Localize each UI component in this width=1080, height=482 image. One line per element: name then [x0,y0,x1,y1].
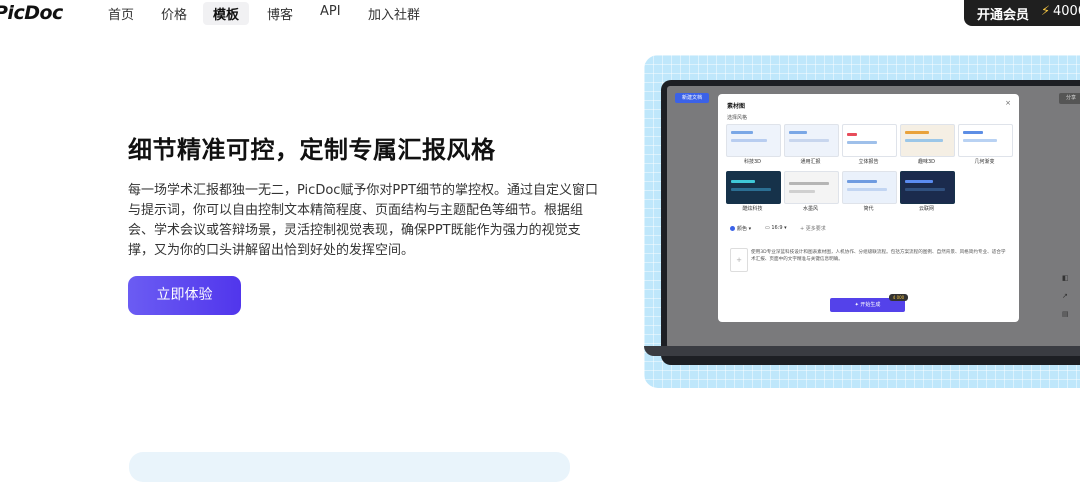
ratio-select: ▭ 16:9 ▾ [765,225,787,231]
lock-icon: ◧ [1062,274,1069,282]
nav-item-community[interactable]: 加入社群 [368,4,420,23]
color-dot-icon [730,226,735,231]
style-thumb-tech3d [726,124,781,157]
style-thumb-modern [842,171,897,204]
ratio-label: 16:9 [771,225,783,231]
style-label: 云联网 [918,206,934,212]
style-label: 酷炫科技 [742,206,763,212]
logo[interactable]: PicDoc [0,2,63,24]
new-doc-button: 新建文档 [675,93,709,103]
style-label: 通用汇报 [800,159,821,165]
style-label: 立体报告 [858,159,879,165]
laptop-frame: 新建文档 分享 ◧ ↗ ▤ 素材图 × 选择风格 科技3D 通用汇报 立体报告 … [661,80,1080,365]
try-now-button[interactable]: 立即体验 [128,276,241,315]
vip-button[interactable]: 开通会员 ⚡ 4000 [964,0,1080,26]
style-label: 水墨风 [802,206,818,212]
style-thumb-cloud [900,171,955,204]
modal-subtitle: 选择风格 [727,115,748,121]
color-select: 颜色 ▾ [730,225,751,232]
laptop-base [644,346,1080,356]
prompt-text: 使用3D专业深蓝科技设计和图表素材图，人机协作、分组级联流程。包括方案流程的图例… [751,250,1006,262]
generate-label: 开始生成 [860,302,881,308]
style-label: 简代 [863,206,874,212]
style-label: 趣味3D [917,159,936,165]
nav-item-api[interactable]: API [320,4,341,19]
lightning-icon: ⚡ [1041,4,1051,19]
style-thumb-cool-tech [726,171,781,204]
nav-item-templates[interactable]: 模板 [203,2,250,25]
laptop-screen: 新建文档 分享 ◧ ↗ ▤ 素材图 × 选择风格 科技3D 通用汇报 立体报告 … [667,86,1080,348]
more-requirements: + 更多要求 [800,226,826,232]
nav-item-pricing[interactable]: 价格 [161,4,187,23]
style-thumb-geometric [958,124,1013,157]
color-label: 颜色 [737,226,748,232]
vip-label: 开通会员 [977,8,1030,23]
style-label: 科技3D [743,159,762,165]
style-modal: 素材图 × 选择风格 科技3D 通用汇报 立体报告 趣味3D 几何渐变 酷炫科技… [718,94,1019,322]
style-thumb-fun3d [900,124,955,157]
page-title: 细节精准可控，定制专属汇报风格 [128,136,496,164]
close-icon: × [1005,99,1011,107]
share-button: 分享 [1059,93,1080,104]
style-thumb-general [784,124,839,157]
settings-icon: ▤ [1062,310,1069,318]
nav-item-blog[interactable]: 博客 [267,4,293,23]
export-icon: ↗ [1062,292,1068,300]
modal-title: 素材图 [727,103,746,110]
next-section-card [129,452,570,482]
preview-panel: 新建文档 分享 ◧ ↗ ▤ 素材图 × 选择风格 科技3D 通用汇报 立体报告 … [644,55,1080,388]
cost-badge: 4 000 [889,294,908,301]
hero-description: 每一场学术汇报都独一无二，PicDoc赋予你对PPT细节的掌控权。通过自定义窗口… [128,183,599,258]
style-thumb-3d-report [842,124,897,157]
style-label: 几何渐变 [974,159,995,165]
style-thumb-ink [784,171,839,204]
attach-icon: + [730,248,748,272]
credits-count: 4000 [1053,4,1080,19]
top-nav: PicDoc 首页 价格 模板 博客 API 加入社群 开通会员 ⚡ 4000 [0,0,1080,26]
nav-item-home[interactable]: 首页 [108,4,134,23]
